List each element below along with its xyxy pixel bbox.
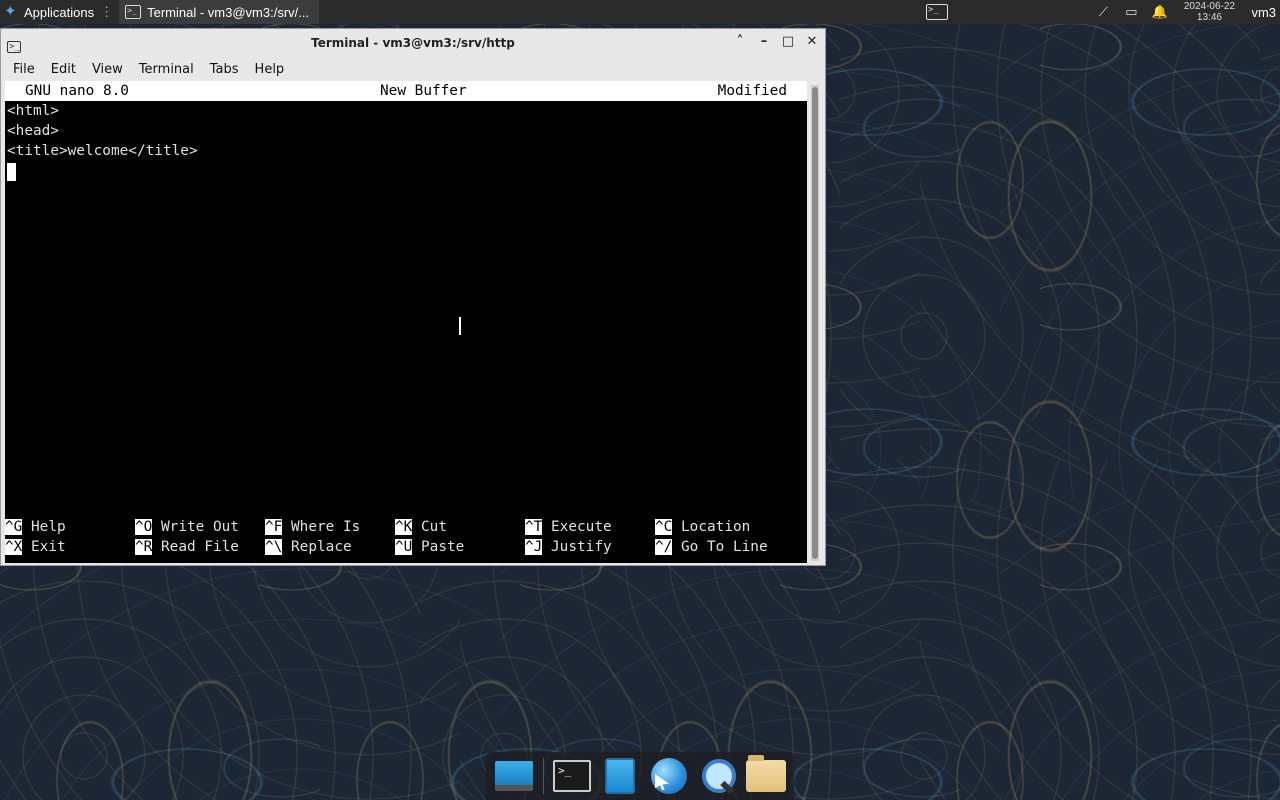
shade-button[interactable]: ˄: [733, 35, 747, 49]
dock-separator: [542, 758, 544, 794]
terminal-scrollbar[interactable]: [811, 85, 819, 561]
clock-time: 13:46: [1196, 12, 1222, 23]
menubar: File Edit View Terminal Tabs Help: [1, 57, 825, 81]
xfce-logo-icon: [4, 4, 20, 20]
buffer-line: <html>: [7, 103, 59, 119]
minimize-button[interactable]: –: [757, 35, 771, 49]
menu-tabs[interactable]: Tabs: [202, 62, 247, 77]
nano-shortcuts: ^G Help ^O Write Out ^F Where Is ^K Cut …: [5, 517, 807, 557]
nano-buffer[interactable]: <html> <head> <title>welcome</title>: [5, 101, 807, 181]
terminal-icon: >_: [125, 5, 142, 19]
user-menu[interactable]: vm3: [1251, 5, 1276, 20]
text-cursor: [7, 163, 16, 181]
maximize-button[interactable]: □: [781, 35, 795, 49]
shortcut-execute: ^T Execute: [525, 519, 612, 535]
network-muted-icon[interactable]: ⟋: [1095, 4, 1111, 20]
shortcut-write-out: ^O Write Out: [135, 519, 239, 535]
nano-modified-status: Modified: [717, 83, 787, 99]
terminal-window: >_ Terminal - vm3@vm3:/srv/http ˄ – □ ✕ …: [0, 28, 826, 566]
menu-file[interactable]: File: [5, 62, 43, 77]
menu-edit[interactable]: Edit: [43, 62, 84, 77]
taskbar-terminal-title: Terminal - vm3@vm3:/srv/...: [147, 4, 310, 20]
panel-terminal-launcher[interactable]: >_: [922, 0, 952, 24]
ibeam-cursor-icon: [454, 317, 464, 335]
battery-icon[interactable]: ▭: [1123, 4, 1139, 20]
buffer-line: <head>: [7, 123, 59, 139]
shortcut-go-to-line: ^/ Go To Line: [655, 539, 768, 555]
clock[interactable]: 2024-06-22 13:46: [1179, 1, 1239, 23]
close-button[interactable]: ✕: [805, 35, 819, 49]
nano-header: GNU nano 8.0 New Buffer Modified: [5, 81, 807, 101]
dock-file-manager[interactable]: [745, 755, 786, 796]
dock-search[interactable]: [697, 756, 737, 796]
terminal-icon: >_: [926, 4, 948, 20]
search-icon: [700, 759, 737, 793]
shortcut-location: ^C Location: [655, 519, 751, 535]
terminal-icon: >_: [553, 760, 592, 792]
shortcut-read-file: ^R Read File: [135, 539, 239, 555]
web-browser-icon: [650, 758, 687, 794]
clock-date: 2024-06-22: [1183, 1, 1236, 12]
window-controls: ˄ – □ ✕: [733, 35, 819, 49]
shortcut-where-is: ^F Where Is: [265, 519, 361, 535]
scrollbar-thumb[interactable]: [812, 87, 818, 559]
desktop-icon: [495, 761, 534, 791]
shortcut-paste: ^U Paste: [395, 539, 465, 555]
phone-icon: [605, 758, 636, 794]
menu-view[interactable]: View: [84, 62, 131, 77]
window-title: Terminal - vm3@vm3:/srv/http: [311, 36, 515, 50]
taskbar-terminal-button[interactable]: >_ Terminal - vm3@vm3:/srv/...: [119, 0, 320, 24]
dock-terminal[interactable]: >_: [552, 756, 592, 796]
dock: >_: [486, 752, 794, 800]
dock-web-browser[interactable]: [649, 756, 689, 796]
menu-terminal[interactable]: Terminal: [131, 62, 202, 77]
buffer-line: <title>welcome</title>: [7, 143, 198, 159]
dock-phone-app[interactable]: [600, 756, 640, 796]
terminal-screen[interactable]: GNU nano 8.0 New Buffer Modified <html> …: [5, 81, 807, 563]
shortcut-exit: ^X Exit: [5, 539, 66, 555]
shortcut-help: ^G Help: [5, 519, 66, 535]
system-tray: ⟋ ▭ 🔔 2024-06-22 13:46 vm3: [1095, 0, 1280, 24]
applications-menu-button[interactable]: Applications ⋮: [0, 0, 117, 24]
shortcut-replace: ^\ Replace: [265, 539, 352, 555]
menu-help[interactable]: Help: [247, 62, 293, 77]
nano-buffer-name: New Buffer: [380, 83, 467, 99]
top-panel: Applications ⋮ >_ Terminal - vm3@vm3:/sr…: [0, 0, 1280, 24]
panel-separator: ⋮: [100, 4, 114, 19]
buffer-line-cursor: [7, 161, 807, 181]
shortcut-justify: ^J Justify: [525, 539, 612, 555]
folder-icon: [745, 755, 786, 792]
nano-version: GNU nano 8.0: [25, 83, 129, 99]
window-titlebar[interactable]: >_ Terminal - vm3@vm3:/srv/http ˄ – □ ✕: [1, 29, 825, 57]
dock-show-desktop[interactable]: [494, 756, 534, 796]
shortcut-cut: ^K Cut: [395, 519, 447, 535]
bell-icon[interactable]: 🔔: [1151, 4, 1167, 20]
applications-label: Applications: [24, 4, 95, 20]
